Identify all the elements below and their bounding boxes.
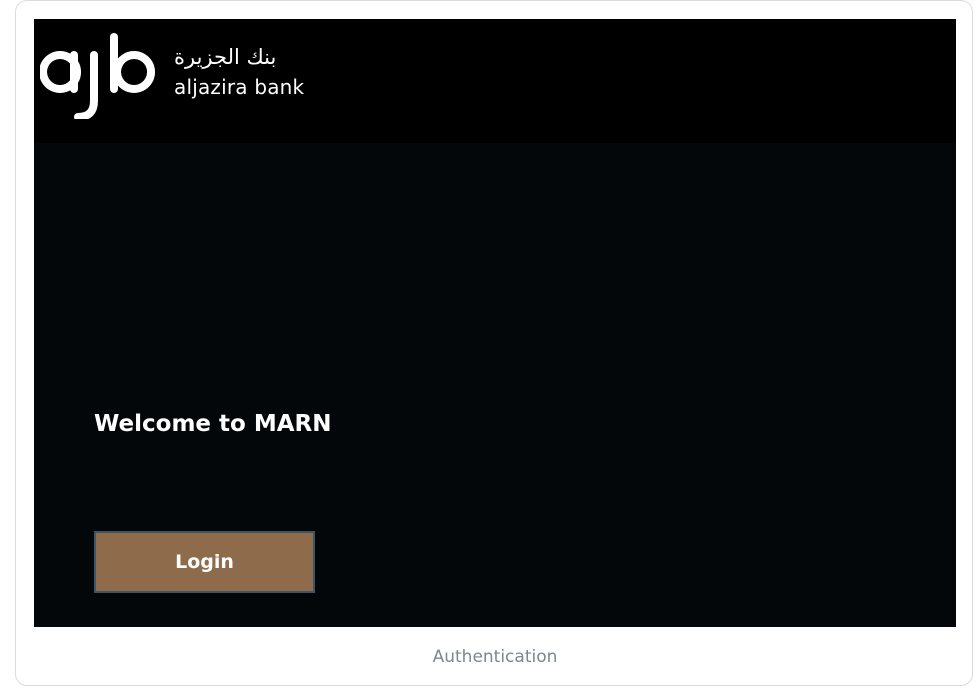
screenshot-card: بنك الجزيرة aljazira bank Welcome to MAR… bbox=[15, 0, 973, 686]
aljazira-bank-logo: بنك الجزيرة aljazira bank bbox=[40, 33, 340, 119]
screenshot-caption: Authentication bbox=[432, 647, 558, 667]
login-button[interactable]: Login bbox=[94, 531, 315, 593]
welcome-heading: Welcome to MARN bbox=[94, 411, 332, 437]
ajb-logo-mark-icon bbox=[40, 33, 156, 119]
bank-name-arabic: بنك الجزيرة bbox=[174, 45, 277, 69]
bank-name-english: aljazira bank bbox=[174, 75, 305, 99]
brand-header: بنك الجزيرة aljazira bank bbox=[34, 19, 956, 143]
app-screen: بنك الجزيرة aljazira bank Welcome to MAR… bbox=[34, 19, 956, 627]
